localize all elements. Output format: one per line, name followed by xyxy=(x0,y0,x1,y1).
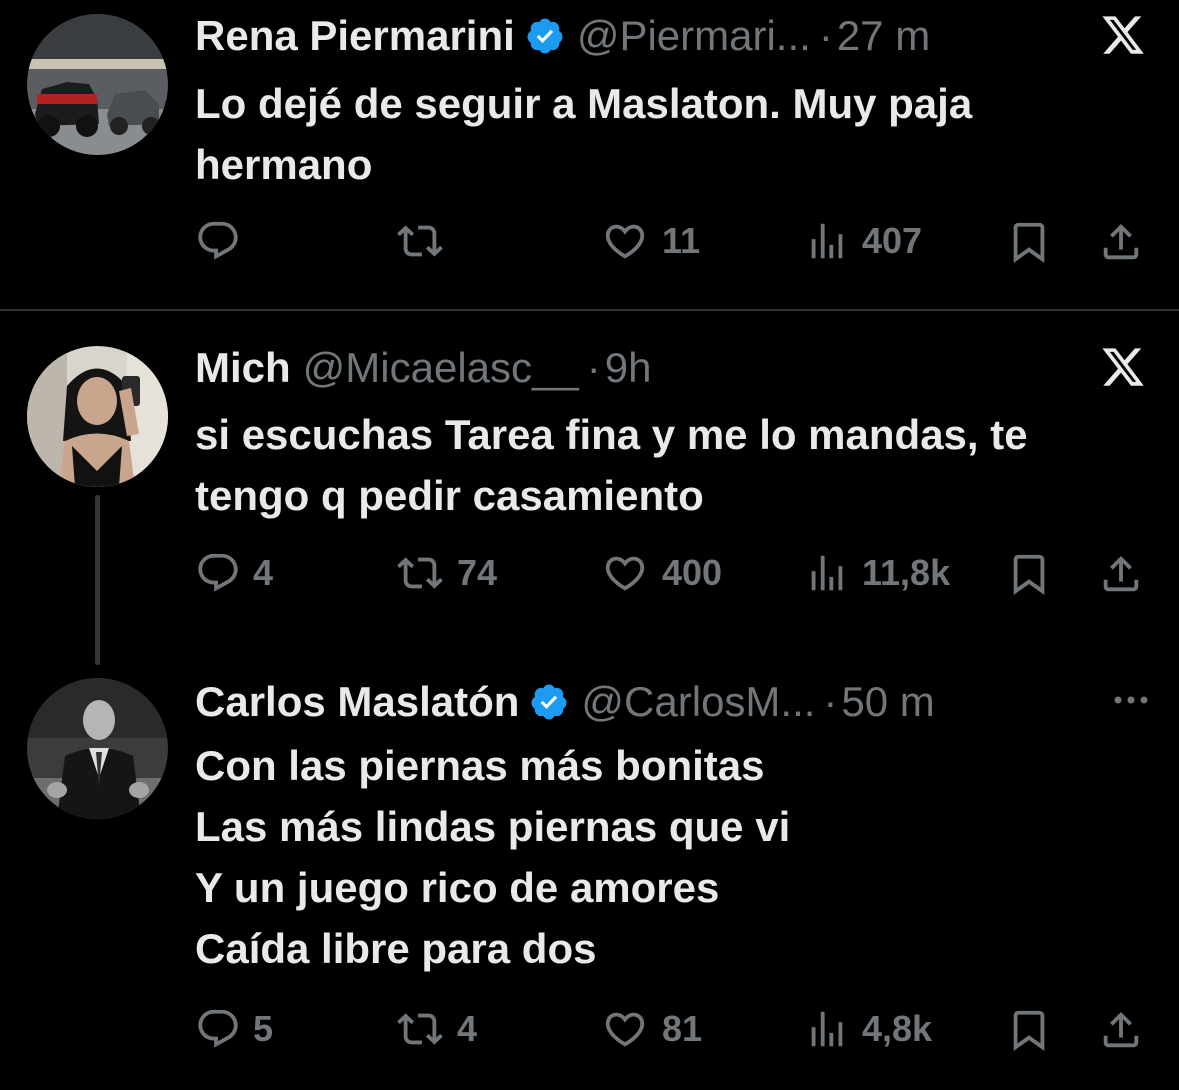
bookmark-button[interactable] xyxy=(1006,218,1052,266)
avatar[interactable] xyxy=(27,14,168,155)
separator-dot: · xyxy=(823,678,838,725)
reply-button[interactable]: 4 xyxy=(195,550,273,596)
bookmark-button[interactable] xyxy=(1006,1006,1052,1054)
retweet-icon xyxy=(397,225,443,257)
tweet-text: si escuchas Tarea fina y me lo mandas, t… xyxy=(195,411,1028,519)
tweet-header: Rena Piermarini @Piermari... · 27 m xyxy=(195,6,1159,66)
retweet-count: 4 xyxy=(457,1008,478,1049)
analytics-icon xyxy=(811,1011,843,1047)
view-count: 11,8k xyxy=(862,552,951,593)
heart-icon xyxy=(605,224,645,259)
separator-dot: · xyxy=(818,12,833,59)
display-name[interactable]: Rena Piermarini xyxy=(195,12,515,60)
views-button[interactable]: 4,8k xyxy=(804,1006,932,1052)
timestamp[interactable]: 50 m xyxy=(841,678,934,726)
display-name[interactable]: Mich xyxy=(195,344,291,392)
x-logo-icon xyxy=(1102,348,1144,386)
analytics-icon xyxy=(811,555,843,591)
like-button[interactable]: 81 xyxy=(600,1006,702,1052)
retweet-button[interactable]: 74 xyxy=(395,550,497,596)
tweet-carlos[interactable]: Carlos Maslatón @CarlosM... · 50 m Con l… xyxy=(0,672,1179,1090)
action-bar: 5 4 81 4,8k xyxy=(0,1002,1179,1062)
x-logo-icon xyxy=(1102,16,1144,54)
avatar[interactable] xyxy=(27,678,168,819)
share-button[interactable] xyxy=(1098,550,1144,598)
reply-icon xyxy=(198,1009,238,1048)
timestamp[interactable]: 9h xyxy=(605,344,652,392)
share-button[interactable] xyxy=(1098,1006,1144,1054)
reply-count: 4 xyxy=(253,552,274,593)
tweet-rena[interactable]: Rena Piermarini @Piermari... · 27 m Lo d… xyxy=(0,0,1179,310)
views-button[interactable]: 407 xyxy=(804,218,922,264)
like-count: 400 xyxy=(662,552,723,593)
share-icon xyxy=(1103,555,1139,592)
retweet-button[interactable] xyxy=(395,218,457,264)
display-name[interactable]: Carlos Maslatón xyxy=(195,678,519,726)
reply-count: 5 xyxy=(253,1008,274,1049)
tweet-text: Con las piernas más bonitas Las más lind… xyxy=(195,742,791,972)
handle[interactable]: @Piermari... xyxy=(577,12,811,60)
share-icon xyxy=(1103,1011,1139,1048)
like-button[interactable]: 11 xyxy=(600,218,700,264)
views-button[interactable]: 11,8k xyxy=(804,550,950,596)
view-count: 4,8k xyxy=(862,1008,933,1049)
retweet-count: 74 xyxy=(457,552,498,593)
share-icon xyxy=(1103,223,1139,260)
tweet-text: Lo dejé de seguir a Maslaton. Muy paja h… xyxy=(195,80,973,188)
tweet-mich[interactable]: Mich @Micaelasc__ · 9h si escuchas Tarea… xyxy=(0,312,1179,672)
retweet-button[interactable]: 4 xyxy=(395,1006,477,1052)
action-bar: 11 407 xyxy=(0,214,1179,274)
reply-icon xyxy=(198,553,238,592)
heart-icon xyxy=(605,1012,645,1047)
tweet-header: Carlos Maslatón @CarlosM... · 50 m xyxy=(195,672,1159,732)
avatar[interactable] xyxy=(27,346,168,487)
share-button[interactable] xyxy=(1098,218,1144,266)
analytics-icon xyxy=(811,223,843,259)
bookmark-icon xyxy=(1013,222,1045,263)
separator-dot: · xyxy=(586,344,601,391)
verified-badge-icon xyxy=(531,684,567,720)
retweet-icon xyxy=(397,1013,443,1045)
retweet-icon xyxy=(397,557,443,589)
tweet-divider xyxy=(0,309,1179,311)
handle[interactable]: @CarlosM... xyxy=(581,678,815,726)
reply-icon xyxy=(198,221,238,260)
handle[interactable]: @Micaelasc__ xyxy=(303,344,579,392)
bookmark-icon xyxy=(1013,1010,1045,1051)
tweet-header: Mich @Micaelasc__ · 9h xyxy=(195,338,1159,398)
view-count: 407 xyxy=(862,220,923,261)
reply-button[interactable] xyxy=(195,218,253,264)
bookmark-button[interactable] xyxy=(1006,550,1052,598)
like-count: 81 xyxy=(662,1008,703,1049)
like-count: 11 xyxy=(662,220,701,261)
reply-button[interactable]: 5 xyxy=(195,1006,273,1052)
heart-icon xyxy=(605,556,645,591)
bookmark-icon xyxy=(1013,554,1045,595)
verified-badge-icon xyxy=(527,18,563,54)
action-bar: 4 74 400 11,8k xyxy=(0,546,1179,606)
timestamp[interactable]: 27 m xyxy=(837,12,930,60)
more-dots-icon[interactable] xyxy=(1113,686,1149,714)
like-button[interactable]: 400 xyxy=(600,550,722,596)
